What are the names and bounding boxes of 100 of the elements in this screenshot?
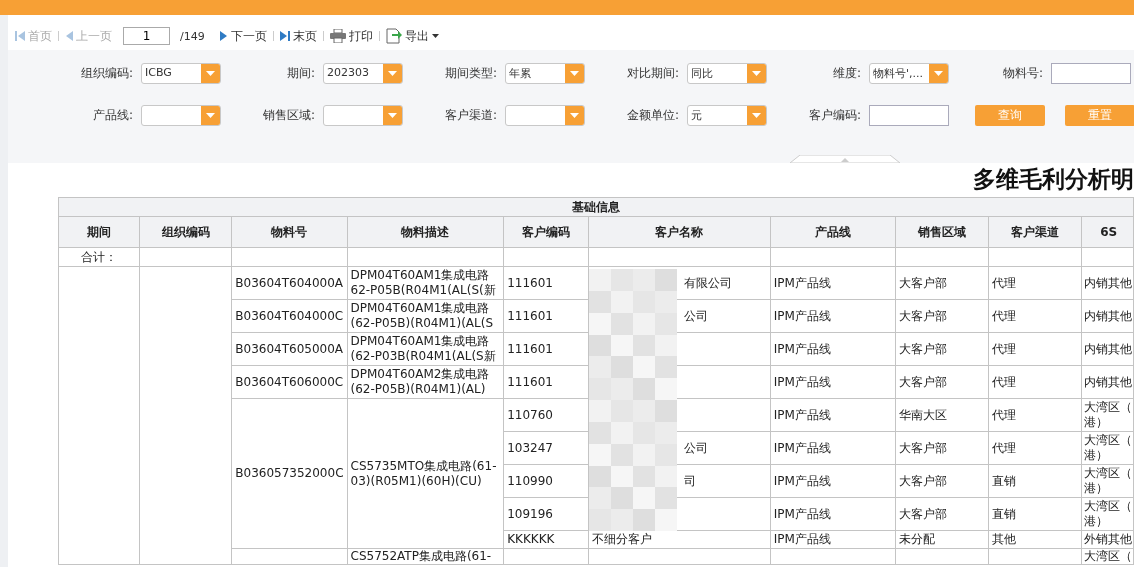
table-cell: DPM04T60AM2集成电路 (62-P05B)(R04M1)(AL) xyxy=(347,365,504,399)
table-cell: 代理 xyxy=(988,299,1082,333)
caret-down-icon xyxy=(388,70,397,76)
caret-down-icon xyxy=(388,112,397,118)
table-cell: B03604T604000A xyxy=(231,266,347,300)
column-header: 6S xyxy=(1081,216,1134,248)
table-cell: IPM产品线 xyxy=(770,332,896,366)
skip-to-start-icon xyxy=(15,30,25,42)
caret-down-icon xyxy=(206,112,215,118)
filter-label: 物料号: xyxy=(1001,64,1044,82)
dropdown-field[interactable] xyxy=(323,104,403,126)
table-cell: 内销其他 xyxy=(1081,299,1134,333)
dropdown-field[interactable]: 同比 xyxy=(687,62,767,84)
table-cell: 直销 xyxy=(988,497,1082,531)
table-cell: 大湾区（港） xyxy=(1081,464,1134,498)
table-cell: 大湾区（港） xyxy=(1081,398,1134,432)
table-cell: 代理 xyxy=(988,365,1082,399)
table-cell: IPM产品线 xyxy=(770,431,896,465)
export-button[interactable]: 导出 xyxy=(382,27,442,45)
table-cell: IPM产品线 xyxy=(770,266,896,300)
text-field[interactable] xyxy=(1051,62,1131,84)
column-header: 期间 xyxy=(58,216,140,248)
printer-icon xyxy=(329,29,346,43)
filter-label: 客户编码: xyxy=(807,106,862,124)
filter-label: 金额单位: xyxy=(625,106,680,124)
table-cell: 111601 xyxy=(503,266,589,300)
table-cell: 大客户部 xyxy=(895,365,989,399)
dropdown-field[interactable]: 202303 xyxy=(323,62,403,84)
table-cell: 外销其他 xyxy=(1081,530,1134,549)
table-cell: 大客户部 xyxy=(895,299,989,333)
table-cell: IPM产品线 xyxy=(770,365,896,399)
next-page-button[interactable]: 下一页 xyxy=(216,27,270,45)
table-cell: DPM04T60AM1集成电路 (62-P05B)(R04M1)(AL(S xyxy=(347,299,504,333)
table-cell: 110760 xyxy=(503,398,589,432)
table-cell: B03604T606000C xyxy=(231,365,347,399)
dropdown-field[interactable]: ICBG xyxy=(141,62,221,84)
table-cell: IPM产品线 xyxy=(770,398,896,432)
table-cell: CS5752ATP集成电路(61- xyxy=(347,548,504,565)
table-cell: 大客户部 xyxy=(895,497,989,531)
table-cell: 大客户部 xyxy=(895,431,989,465)
column-header: 客户渠道 xyxy=(988,216,1082,248)
table-cell: 代理 xyxy=(988,266,1082,300)
table-cell: 111601 xyxy=(503,332,589,366)
table-cell: B03604T605000A xyxy=(231,332,347,366)
table-cell: 大湾区（港） xyxy=(1081,497,1134,531)
group-header: 基础信息 xyxy=(58,197,1134,217)
dropdown-field[interactable] xyxy=(141,104,221,126)
total-label: 合计： xyxy=(58,247,140,267)
column-header: 组织编码 xyxy=(139,216,232,248)
triangle-left-icon xyxy=(65,30,73,42)
collapse-handle[interactable] xyxy=(790,155,900,163)
table-cell: 代理 xyxy=(988,332,1082,366)
table-cell: 大客户部 xyxy=(895,332,989,366)
table-cell: 大客户部 xyxy=(895,464,989,498)
table-cell: 大湾区（ xyxy=(1081,548,1134,565)
table-cell: 111601 xyxy=(503,299,589,333)
dropdown-field[interactable] xyxy=(505,104,585,126)
table-cell: DPM04T60AM1集成电路 62-P05B(R04M1(AL(S(新 xyxy=(347,266,504,300)
filter-label: 期间: xyxy=(285,64,316,82)
column-header: 客户名称 xyxy=(588,216,771,248)
table-cell: 其他 xyxy=(988,530,1082,549)
table-cell: IPM产品线 xyxy=(770,464,896,498)
caret-down-icon xyxy=(431,34,439,38)
report-title: 多维毛利分析明 xyxy=(973,165,1134,194)
caret-down-icon xyxy=(570,70,579,76)
dropdown-field[interactable]: 元 xyxy=(687,104,767,126)
caret-down-icon xyxy=(752,70,761,76)
table-cell: B036057352000C xyxy=(231,398,347,549)
table-cell: 111601 xyxy=(503,365,589,399)
table-cell: DPM04T60AM1集成电路 (62-P03B(R04M1(AL(S新 xyxy=(347,332,504,366)
table-cell: 109196 xyxy=(503,497,589,531)
caret-down-icon xyxy=(934,70,943,76)
last-page-button[interactable]: 末页 xyxy=(276,27,320,45)
filter-label: 产品线: xyxy=(91,106,134,124)
dropdown-field[interactable]: 年累 xyxy=(505,62,585,84)
column-header: 物料号 xyxy=(231,216,347,248)
page-number-field[interactable]: 1 xyxy=(123,27,170,45)
table-cell: 代理 xyxy=(988,431,1082,465)
table-cell: 内销其他 xyxy=(1081,365,1134,399)
caret-down-icon xyxy=(752,112,761,118)
dropdown-field[interactable]: 物料号',... xyxy=(869,62,949,84)
page-total: /149 xyxy=(180,29,205,43)
table-cell: 华南大区 xyxy=(895,398,989,432)
table-cell: 内销其他 xyxy=(1081,266,1134,300)
table-cell: 103247 xyxy=(503,431,589,465)
document-arrow-icon xyxy=(385,28,402,44)
filter-label: 组织编码: xyxy=(79,64,134,82)
table-cell: IPM产品线 xyxy=(770,299,896,333)
table-cell: CS5735MTO集成电路(61- 03)(R05M1)(60H)(CU) xyxy=(347,398,504,549)
table-cell: 直销 xyxy=(988,464,1082,498)
table-cell: 未分配 xyxy=(895,530,989,549)
table-cell: 110990 xyxy=(503,464,589,498)
column-header: 销售区域 xyxy=(895,216,989,248)
table-cell: B03604T604000C xyxy=(231,299,347,333)
print-button[interactable]: 打印 xyxy=(326,27,376,45)
filter-label: 对比期间: xyxy=(625,64,680,82)
text-field[interactable] xyxy=(869,104,949,126)
filter-label: 维度: xyxy=(831,64,862,82)
table-cell: IPM产品线 xyxy=(770,530,896,549)
table-cell: KKKKKK xyxy=(503,530,589,549)
